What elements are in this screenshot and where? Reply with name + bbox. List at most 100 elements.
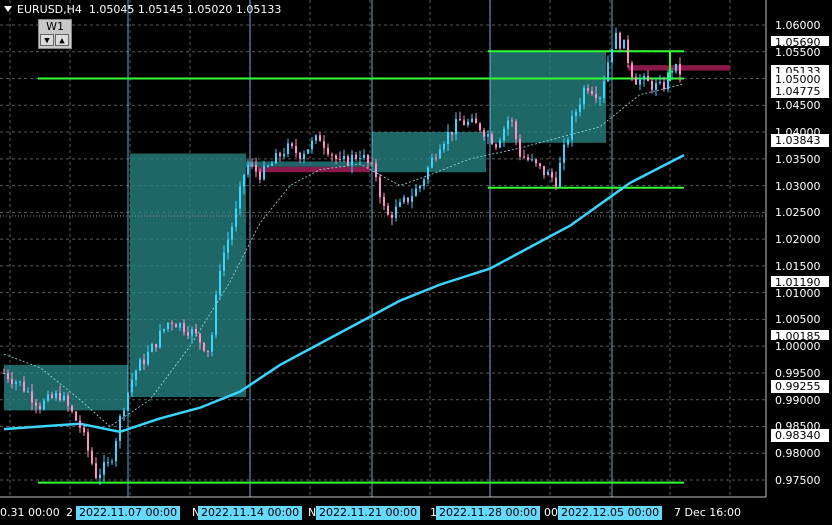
candle-body <box>23 381 25 392</box>
candle-body <box>251 164 253 166</box>
price-tick-label: 1.01500 <box>771 259 829 273</box>
candle-body <box>343 156 345 159</box>
candle-body <box>339 158 341 160</box>
candle-body <box>71 405 73 412</box>
candle-body <box>271 163 273 166</box>
candle-body <box>499 140 501 148</box>
candle-body <box>515 121 517 139</box>
candle-body <box>399 202 401 207</box>
price-tick-label: 1.04500 <box>771 99 829 113</box>
candle-body <box>179 323 181 328</box>
zone-box <box>246 161 372 167</box>
candle-body <box>563 144 565 163</box>
candle-body <box>631 62 633 78</box>
candle-body <box>195 329 197 334</box>
candle-body <box>375 163 377 178</box>
resistance-bar <box>258 166 370 173</box>
price-chart[interactable] <box>0 0 832 525</box>
price-tick-label: 1.05000 <box>771 72 829 86</box>
candle-body <box>127 392 129 411</box>
candle-body <box>335 155 337 159</box>
candle-body <box>539 163 541 167</box>
candle-body <box>643 75 645 80</box>
candle-body <box>451 131 453 135</box>
candle-body <box>603 81 605 98</box>
candle-body <box>267 165 269 167</box>
price-tick-label: 1.03843 <box>771 134 829 148</box>
candle-body <box>639 79 641 85</box>
candle-body <box>591 90 593 94</box>
candle-body <box>59 392 61 400</box>
price-tick-label: 1.03000 <box>771 179 829 193</box>
candle-body <box>507 120 509 129</box>
zone-box <box>490 51 606 143</box>
candle-body <box>571 115 573 140</box>
candle-body <box>279 153 281 157</box>
candle-body <box>651 80 653 90</box>
candle-body <box>175 324 177 328</box>
triangle-down-icon[interactable] <box>4 6 12 12</box>
candle-body <box>355 154 357 159</box>
candle-body <box>35 402 37 406</box>
candle-body <box>131 379 133 393</box>
candle-body <box>255 164 257 172</box>
price-tick-label: 1.01000 <box>771 286 829 300</box>
candle-body <box>427 167 429 180</box>
candle-body <box>207 350 209 353</box>
price-tick-label: 1.05500 <box>771 45 829 59</box>
candle-body <box>387 205 389 215</box>
candle-body <box>111 461 113 463</box>
time-tick-label: 2 <box>66 506 73 519</box>
candle-body <box>347 156 349 166</box>
price-tick-label: 1.03500 <box>771 152 829 166</box>
triangle-up-icon[interactable]: ▲ <box>55 34 69 46</box>
candle-body <box>167 322 169 330</box>
candle-body <box>115 440 117 462</box>
candle-body <box>559 162 561 187</box>
candle-body <box>463 120 465 125</box>
candle-body <box>543 166 545 176</box>
time-tick-label: 2022.11.21 00:00 <box>316 506 421 520</box>
price-tick-label: 0.99000 <box>771 393 829 407</box>
candle-body <box>587 88 589 91</box>
candle-body <box>455 119 457 135</box>
candle-body <box>359 158 361 160</box>
triangle-down-icon[interactable]: ▼ <box>40 34 54 46</box>
candle-body <box>435 157 437 159</box>
candle-body <box>379 177 381 198</box>
candle-body <box>411 196 413 202</box>
price-tick-label: 1.00500 <box>771 313 829 327</box>
candle-body <box>67 395 69 406</box>
candle-body <box>551 171 553 178</box>
candle-body <box>483 130 485 137</box>
candle-body <box>187 332 189 336</box>
candle-body <box>419 186 421 189</box>
price-tick-label: 1.02500 <box>771 206 829 220</box>
candle-body <box>655 83 657 90</box>
time-tick-label: 2022.12.05 00:00 <box>558 506 663 520</box>
timeframe-selector[interactable]: W1 ▼ ▲ <box>38 19 72 49</box>
candle-body <box>351 154 353 166</box>
price-tick-label: 1.00000 <box>771 340 829 354</box>
candle-body <box>99 474 101 479</box>
candle-body <box>331 154 333 156</box>
candle-body <box>467 121 469 125</box>
price-tick-label: 0.98340 <box>771 429 829 443</box>
candle-body <box>43 400 45 410</box>
time-tick-label: 2022.11.14 00:00 <box>198 506 303 520</box>
candle-body <box>595 93 597 99</box>
chart-grid <box>0 0 766 497</box>
candle-body <box>311 140 313 150</box>
time-tick-label: 2022.11.28 00:00 <box>436 506 541 520</box>
time-tick-label: 00 <box>544 506 558 519</box>
candle-body <box>607 62 609 82</box>
price-tick-label: 0.99255 <box>771 380 829 394</box>
candle-body <box>635 77 637 85</box>
candle-body <box>91 450 93 464</box>
candle-body <box>403 197 405 203</box>
ohlc-label: 1.05045 1.05145 1.05020 1.05133 <box>88 3 282 16</box>
candle-body <box>675 63 677 72</box>
candle-body <box>295 145 297 154</box>
candle-body <box>527 157 529 160</box>
candle-body <box>235 208 237 227</box>
